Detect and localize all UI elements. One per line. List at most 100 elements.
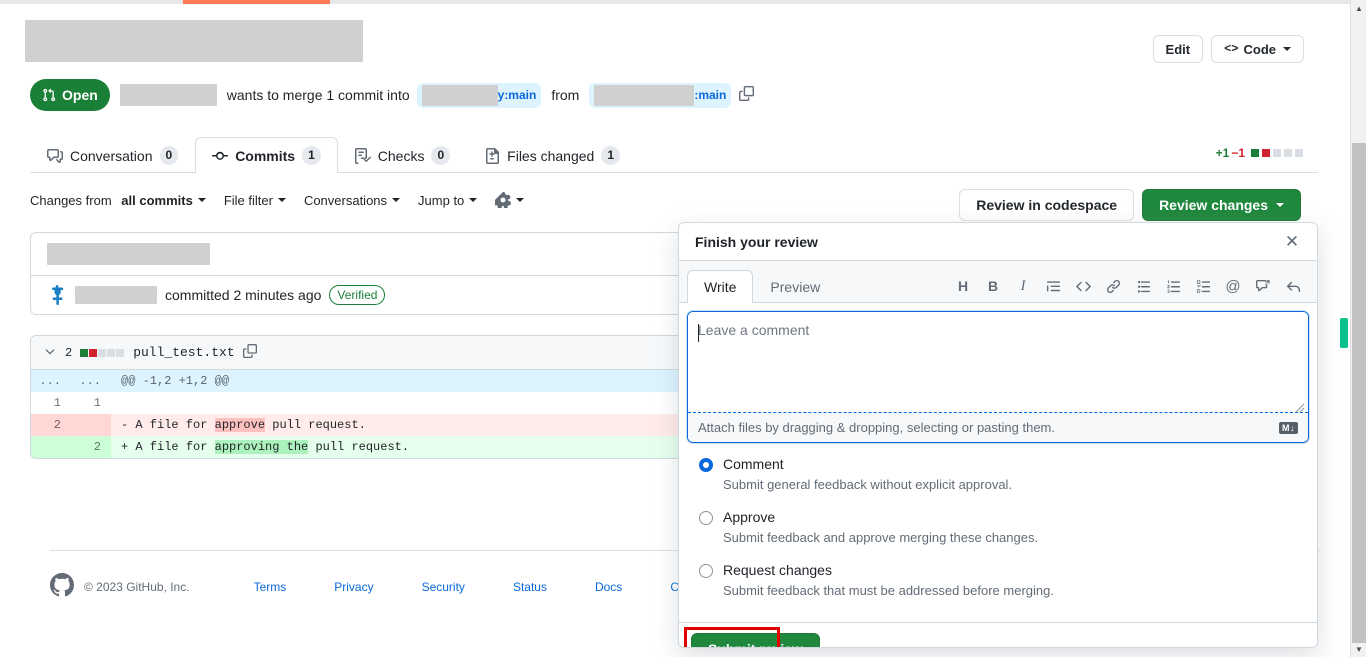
option-comment[interactable]: Comment Submit general feedback without …	[699, 455, 1305, 494]
tab-checks-count: 0	[431, 146, 451, 165]
resize-handle-icon[interactable]	[1295, 400, 1305, 413]
review-changes-button[interactable]: Review changes	[1142, 189, 1301, 221]
footer-link-status[interactable]: Status	[513, 580, 547, 594]
chevron-down-icon	[277, 198, 286, 202]
ordered-list-icon[interactable]	[1165, 278, 1181, 294]
code-icon[interactable]	[1075, 278, 1091, 294]
diff-new-lineno: ...	[71, 370, 111, 392]
heading-icon[interactable]: H	[955, 278, 971, 294]
diff-block-green	[80, 348, 89, 357]
close-icon[interactable]: ✕	[1283, 233, 1301, 250]
file-diff-blocks	[80, 346, 125, 360]
mention-icon[interactable]: @	[1225, 278, 1241, 295]
finish-review-panel: Finish your review ✕ Write Preview H B I…	[678, 222, 1318, 648]
head-branch-text: :main	[694, 88, 727, 102]
diff-block-green	[1251, 149, 1259, 157]
tab-files-changed[interactable]: Files changed 1	[467, 137, 637, 173]
footer-link-docs[interactable]: Docs	[595, 580, 622, 594]
footer-link-security[interactable]: Security	[422, 580, 465, 594]
chevron-down-icon	[516, 198, 525, 202]
commit-timestamp: committed 2 minutes ago	[165, 287, 322, 303]
base-repo-redacted	[421, 84, 498, 106]
tab-conversation-label: Conversation	[70, 147, 153, 164]
bold-icon[interactable]: B	[985, 278, 1001, 294]
head-repo-redacted	[594, 84, 695, 106]
diff-settings-dropdown[interactable]	[495, 192, 525, 208]
chevron-down-icon[interactable]	[43, 344, 57, 361]
scrollbar-thumb[interactable]	[1352, 143, 1366, 643]
tab-commits[interactable]: Commits 1	[195, 137, 338, 173]
unordered-list-icon[interactable]	[1135, 278, 1151, 294]
review-in-codespace-button[interactable]: Review in codespace	[959, 189, 1135, 221]
review-panel-title: Finish your review	[695, 233, 818, 250]
submit-review-wrapper: Submit review	[684, 627, 820, 647]
radio-request-changes[interactable]	[699, 564, 713, 579]
text-cursor	[698, 324, 699, 342]
reply-icon[interactable]	[1285, 278, 1301, 294]
diff-marker: +	[121, 440, 136, 454]
checklist-icon	[354, 147, 371, 164]
option-approve[interactable]: Approve Submit feedback and approve merg…	[699, 508, 1305, 547]
comment-discussion-icon	[47, 148, 63, 163]
tab-preview[interactable]: Preview	[753, 270, 837, 303]
verified-badge[interactable]: Verified	[329, 285, 386, 305]
scroll-down-arrow-icon[interactable]: ▼	[1351, 641, 1366, 657]
option-request-changes[interactable]: Request changes Submit feedback that mus…	[699, 561, 1305, 600]
tab-checks[interactable]: Checks 0	[338, 137, 467, 173]
tab-conversation[interactable]: Conversation 0	[30, 137, 195, 173]
diff-old-lineno	[31, 436, 71, 458]
tab-files-changed-count: 1	[601, 146, 621, 165]
footer-link-privacy[interactable]: Privacy	[334, 580, 373, 594]
diff-text-before: A file for	[135, 418, 215, 432]
edit-button[interactable]: Edit	[1152, 35, 1204, 63]
code-button-label: Code	[1243, 41, 1277, 57]
footer-link-terms[interactable]: Terms	[254, 580, 287, 594]
option-comment-label: Comment	[723, 456, 784, 472]
submit-review-button[interactable]: Submit review	[691, 633, 820, 647]
diff-block-neutral	[1295, 149, 1303, 157]
review-panel-header: Finish your review ✕	[679, 223, 1317, 261]
head-branch-label[interactable]: :main	[589, 82, 732, 108]
file-filter-dropdown[interactable]: File filter	[224, 193, 286, 208]
diff-text-after: pull request.	[308, 440, 410, 454]
diff-block-neutral	[98, 348, 107, 357]
chevron-down-icon	[197, 198, 206, 202]
code-button[interactable]: <> Code	[1211, 35, 1304, 63]
header-actions: Edit <> Code	[1152, 35, 1304, 63]
diff-word-removed: approve	[214, 418, 266, 432]
attach-files-hint[interactable]: Attach files by dragging & dropping, sel…	[688, 412, 1308, 442]
option-request-changes-desc: Submit feedback that must be addressed b…	[723, 583, 1054, 599]
quote-icon[interactable]	[1045, 278, 1061, 294]
comment-input[interactable]	[688, 312, 1308, 412]
base-branch-label[interactable]: y:main	[416, 82, 542, 108]
tab-write[interactable]: Write	[687, 270, 754, 303]
verified-author-icon	[47, 285, 67, 305]
conversations-label: Conversations	[303, 192, 388, 208]
copy-path-icon[interactable]	[242, 344, 257, 361]
italic-icon[interactable]: I	[1015, 278, 1031, 294]
chevron-down-icon	[392, 198, 401, 202]
browser-scrollbar[interactable]: ▲ ▼	[1350, 0, 1366, 657]
task-list-icon[interactable]	[1195, 278, 1211, 294]
pr-status-line: Open wants to merge 1 commit into y:main…	[30, 79, 755, 111]
radio-approve[interactable]	[699, 511, 713, 526]
code-brackets-icon: <>	[1224, 42, 1239, 56]
copyright-text: © 2023 GitHub, Inc.	[84, 579, 190, 594]
file-name[interactable]: pull_test.txt	[133, 345, 234, 360]
pr-tab-bar: Conversation 0 Commits 1 Checks 0 Files …	[30, 135, 1318, 173]
changes-from-filter[interactable]: Changes from all commits	[30, 193, 206, 208]
copy-icon[interactable]	[739, 86, 755, 104]
link-icon[interactable]	[1105, 278, 1121, 294]
conversations-dropdown[interactable]: Conversations	[303, 192, 401, 208]
status-badge: Open	[30, 79, 110, 111]
scroll-up-arrow-icon[interactable]: ▲	[1351, 0, 1366, 16]
cross-reference-icon[interactable]	[1255, 278, 1271, 294]
radio-comment[interactable]	[699, 458, 713, 472]
changes-from-value: all commits	[121, 192, 193, 208]
jump-to-dropdown[interactable]: Jump to	[418, 193, 478, 208]
review-action-buttons: Review in codespace Review changes	[959, 189, 1301, 221]
comment-composer: Attach files by dragging & dropping, sel…	[687, 311, 1309, 443]
option-approve-desc: Submit feedback and approve merging thes…	[723, 530, 1039, 546]
diff-word-added: approving the	[214, 440, 309, 454]
merge-description: wants to merge 1 commit into	[226, 87, 410, 103]
